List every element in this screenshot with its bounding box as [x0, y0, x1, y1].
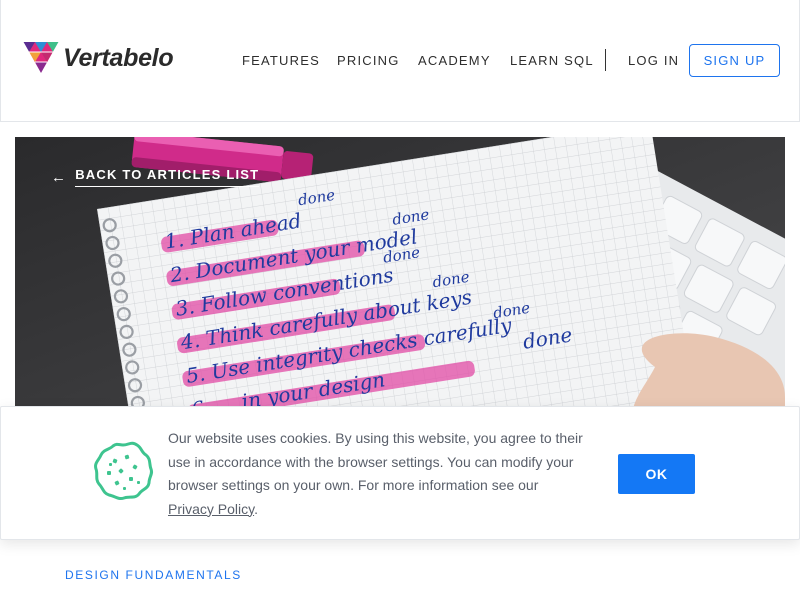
nav-academy[interactable]: ACADEMY — [418, 53, 491, 68]
cookie-message-text: Our website uses cookies. By using this … — [168, 430, 583, 493]
back-to-articles-link[interactable]: ← BACK TO ARTICLES LIST — [51, 167, 260, 187]
signup-button[interactable]: SIGN UP — [689, 44, 780, 77]
nav-pricing[interactable]: PRICING — [337, 53, 400, 68]
nav-features[interactable]: FEATURES — [242, 53, 320, 68]
login-link[interactable]: LOG IN — [628, 53, 679, 68]
cookie-ok-button[interactable]: OK — [618, 454, 695, 494]
nav-learn-sql[interactable]: LEARN SQL — [510, 53, 594, 68]
cookie-message: Our website uses cookies. By using this … — [168, 427, 588, 521]
privacy-policy-link[interactable]: Privacy Policy — [168, 501, 254, 517]
cookie-banner: Our website uses cookies. By using this … — [0, 406, 800, 540]
main-nav: FEATURES PRICING ACADEMY LEARN SQL LOG I… — [1, 44, 800, 78]
cookie-icon — [94, 441, 154, 501]
hero-image: 1. Plan ahead 2. Document your model 3. … — [15, 137, 785, 427]
back-link-label: BACK TO ARTICLES LIST — [75, 167, 260, 187]
site-header: Vertabelo FEATURES PRICING ACADEMY LEARN… — [0, 0, 800, 122]
article-category[interactable]: DESIGN FUNDAMENTALS — [65, 568, 242, 582]
cookie-message-end: . — [254, 500, 258, 517]
nav-divider — [605, 49, 606, 71]
arrow-left-icon: ← — [51, 168, 68, 186]
